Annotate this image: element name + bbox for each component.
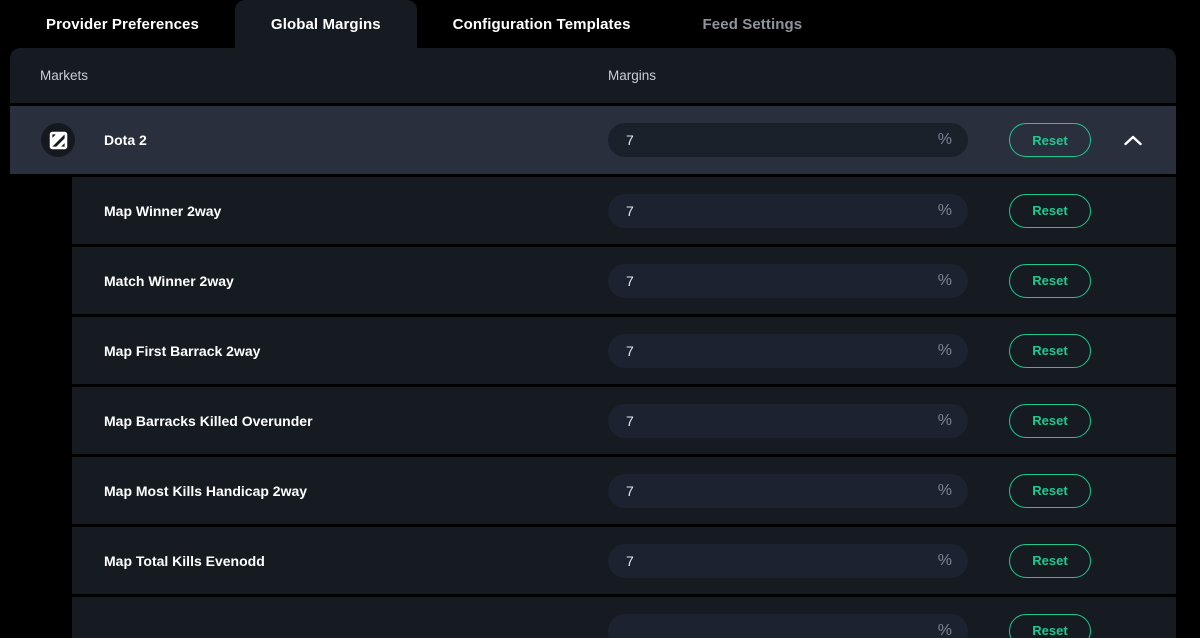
reset-button[interactable]: Reset bbox=[1009, 403, 1091, 438]
percent-icon: % bbox=[937, 411, 952, 429]
settings-tabbar: Provider Preferences Global Margins Conf… bbox=[0, 0, 1200, 48]
percent-icon: % bbox=[937, 131, 952, 148]
tab-global-margins[interactable]: Global Margins bbox=[234, 0, 417, 48]
margin-input[interactable]: 7 % bbox=[608, 403, 968, 438]
market-row-label: Map Winner 2way bbox=[104, 202, 222, 219]
percent-icon: % bbox=[937, 551, 952, 569]
market-row-label: Map Most Kills Handicap 2way bbox=[104, 482, 308, 499]
tab-configuration-templates[interactable]: Configuration Templates bbox=[417, 0, 667, 48]
market-group-row-dota2[interactable]: Dota 2 7 % Reset bbox=[10, 106, 1176, 174]
margin-input[interactable]: 7 % bbox=[608, 333, 968, 368]
market-row[interactable]: Map Winner 2way 7 % Reset bbox=[72, 174, 1176, 244]
column-header-markets: Markets bbox=[40, 68, 89, 83]
tab-feed-settings[interactable]: Feed Settings bbox=[667, 0, 839, 48]
margin-input-value: 7 bbox=[626, 482, 634, 499]
market-row-partial[interactable]: % Reset bbox=[72, 594, 1176, 638]
table-header-row: Markets Margins bbox=[10, 48, 1176, 103]
margin-input[interactable]: 7 % bbox=[608, 543, 968, 578]
market-row[interactable]: Map Total Kills Evenodd 7 % Reset bbox=[72, 524, 1176, 594]
percent-icon: % bbox=[937, 621, 952, 638]
market-group-label: Dota 2 bbox=[104, 132, 147, 148]
margin-input[interactable]: 7 % bbox=[608, 193, 968, 228]
margin-input[interactable]: % bbox=[608, 613, 968, 638]
reset-button-dota2[interactable]: Reset bbox=[1009, 123, 1091, 157]
market-row-label: Map Barracks Killed Overunder bbox=[104, 412, 313, 429]
reset-button[interactable]: Reset bbox=[1009, 543, 1091, 578]
percent-icon: % bbox=[937, 481, 952, 499]
margin-input-value: 7 bbox=[626, 552, 634, 569]
chevron-up-icon[interactable] bbox=[1120, 127, 1146, 153]
margins-panel: Markets Margins Dota 2 7 % Reset Map Win… bbox=[10, 48, 1176, 638]
market-row[interactable]: Map Barracks Killed Overunder 7 % Reset bbox=[72, 384, 1176, 454]
percent-icon: % bbox=[937, 341, 952, 359]
reset-button[interactable]: Reset bbox=[1009, 473, 1091, 508]
tab-provider-preferences[interactable]: Provider Preferences bbox=[10, 0, 235, 48]
margin-input-value: 7 bbox=[626, 342, 634, 359]
market-row[interactable]: Map Most Kills Handicap 2way 7 % Reset bbox=[72, 454, 1176, 524]
margin-input-dota2[interactable]: 7 % bbox=[608, 123, 968, 157]
reset-button[interactable]: Reset bbox=[1009, 613, 1091, 638]
margin-input-value: 7 bbox=[626, 202, 634, 219]
market-row[interactable]: Match Winner 2way 7 % Reset bbox=[72, 244, 1176, 314]
column-header-margins: Margins bbox=[608, 68, 657, 83]
reset-button[interactable]: Reset bbox=[1009, 193, 1091, 228]
margin-input[interactable]: 7 % bbox=[608, 473, 968, 508]
reset-button[interactable]: Reset bbox=[1009, 263, 1091, 298]
margin-input-value: 7 bbox=[626, 132, 634, 148]
market-row-label: Match Winner 2way bbox=[104, 272, 234, 289]
margin-input-value: 7 bbox=[626, 272, 634, 289]
margin-input[interactable]: 7 % bbox=[608, 263, 968, 298]
global-margins-screen: Provider Preferences Global Margins Conf… bbox=[0, 0, 1200, 638]
percent-icon: % bbox=[937, 201, 952, 219]
market-row[interactable]: Map First Barrack 2way 7 % Reset bbox=[72, 314, 1176, 384]
margins-rows-area: Dota 2 7 % Reset Map Winner 2way 7 % Res… bbox=[10, 106, 1176, 638]
market-row-label: Map Total Kills Evenodd bbox=[104, 552, 265, 569]
percent-icon: % bbox=[937, 271, 952, 289]
dota2-logo-icon bbox=[41, 123, 75, 157]
margin-input-value: 7 bbox=[626, 412, 634, 429]
reset-button[interactable]: Reset bbox=[1009, 333, 1091, 368]
market-row-label: Map First Barrack 2way bbox=[104, 342, 261, 359]
